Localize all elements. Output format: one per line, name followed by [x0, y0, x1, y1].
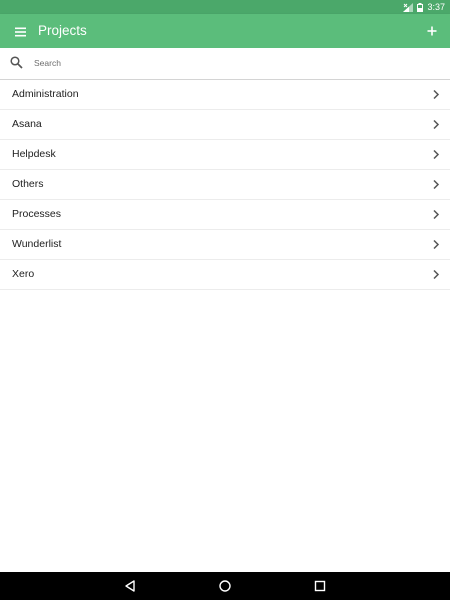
status-icons: 3:37 [403, 0, 445, 14]
project-item-asana[interactable]: Asana [0, 110, 450, 140]
search-icon [10, 56, 23, 69]
chevron-right-icon [433, 269, 440, 280]
project-item-xero[interactable]: Xero [0, 260, 450, 290]
project-label: Administration [12, 88, 79, 100]
project-item-others[interactable]: Others [0, 170, 450, 200]
project-item-helpdesk[interactable]: Helpdesk [0, 140, 450, 170]
navigation-bar [0, 572, 450, 600]
back-icon[interactable] [123, 579, 137, 593]
chevron-right-icon [433, 239, 440, 250]
page-title: Projects [38, 23, 87, 38]
hamburger-menu-icon[interactable] [10, 23, 32, 41]
battery-icon [417, 2, 424, 12]
project-label: Asana [12, 118, 42, 130]
project-item-administration[interactable]: Administration [0, 80, 450, 110]
plus-icon [427, 26, 437, 36]
signal-icon [403, 2, 414, 12]
search-bar [0, 48, 450, 80]
screen: 3:37 Projects Search Administration Asan… [0, 0, 450, 600]
project-label: Helpdesk [12, 148, 56, 160]
chevron-right-icon [433, 179, 440, 190]
search-input[interactable] [34, 53, 434, 73]
recents-icon[interactable] [313, 579, 327, 593]
project-item-wunderlist[interactable]: Wunderlist [0, 230, 450, 260]
app-bar: Projects [0, 14, 450, 48]
status-bar: 3:37 [0, 0, 450, 14]
project-label: Wunderlist [12, 238, 62, 250]
chevron-right-icon [433, 149, 440, 160]
project-label: Others [12, 178, 44, 190]
project-list: Administration Asana Helpdesk Others Pro… [0, 80, 450, 290]
add-project-button[interactable] [424, 23, 440, 39]
status-time: 3:37 [427, 2, 445, 12]
chevron-right-icon [433, 89, 440, 100]
chevron-right-icon [433, 119, 440, 130]
project-label: Xero [12, 268, 35, 280]
home-icon[interactable] [218, 579, 232, 593]
chevron-right-icon [433, 209, 440, 220]
project-item-processes[interactable]: Processes [0, 200, 450, 230]
project-label: Processes [12, 208, 62, 220]
